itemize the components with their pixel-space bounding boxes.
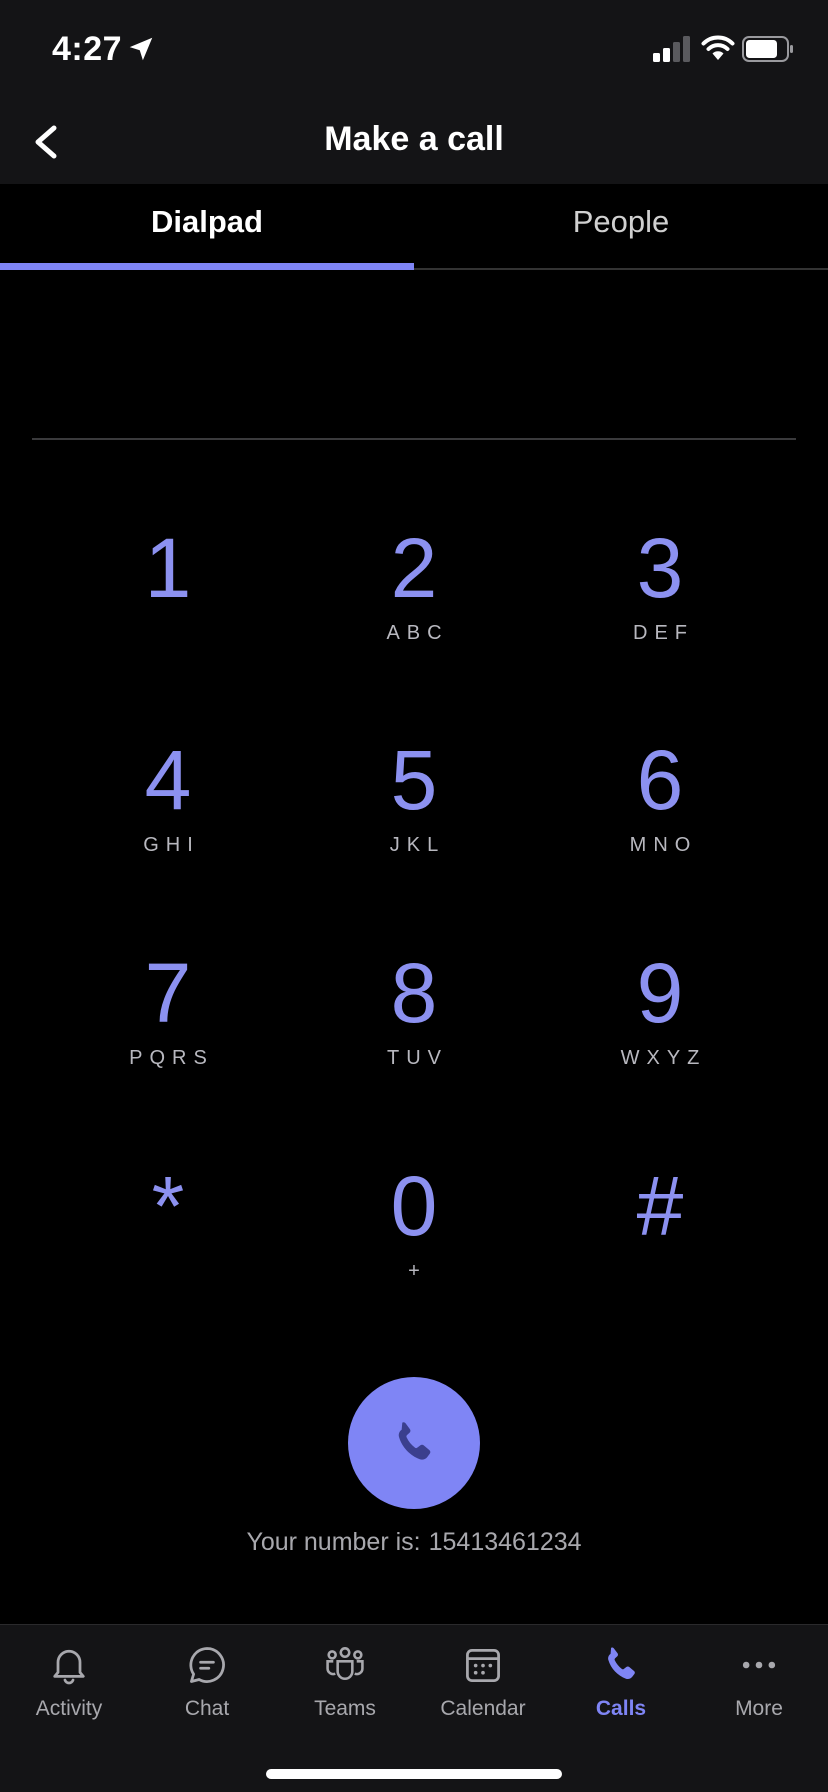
more-icon [742,1661,776,1669]
home-indicator[interactable] [266,1769,562,1779]
key-6[interactable]: 6 MNO [540,732,780,932]
nav-label: Calls [595,1697,647,1720]
key-8[interactable]: 8 TUV [294,945,534,1145]
key-digit: 0 [390,1159,438,1253]
your-number-label: Your number is: [246,1528,421,1556]
nav-chat[interactable]: Chat [138,1643,276,1743]
cellular-signal-icon [653,36,690,62]
teams-icon [326,1647,364,1680]
key-digit: 7 [144,946,192,1040]
your-number-value: 15413461234 [428,1528,582,1556]
tab-people[interactable]: People [414,184,828,268]
location-arrow-icon [129,37,153,61]
status-bar: 4:27 [0,0,828,100]
nav-activity[interactable]: Activity [0,1643,138,1743]
key-digit: 1 [144,521,192,615]
key-digit: 3 [636,521,684,615]
key-digit: 9 [636,946,684,1040]
nav-label: Teams [314,1697,376,1720]
key-letters: MNO [629,834,698,856]
phone-number-input[interactable] [32,300,796,440]
header-bar: Make a call [0,100,828,184]
key-2[interactable]: 2 ABC [294,520,534,720]
status-time: 4:27 [52,30,123,68]
nav-label: More [735,1697,783,1720]
key-0[interactable]: 0 + [294,1158,534,1358]
key-letters: DEF [633,622,694,644]
key-letters: TUV [387,1047,448,1069]
call-button[interactable] [348,1377,480,1509]
key-digit: 5 [390,733,438,827]
bottom-navigation: Activity Chat Teams Calendar Calls More [0,1624,828,1792]
key-letters: PQRS [129,1047,214,1069]
nav-calendar[interactable]: Calendar [414,1643,552,1743]
tab-bar: Dialpad People [0,184,828,270]
key-digit: 2 [390,521,438,615]
key-digit: 6 [636,733,684,827]
key-digit: 8 [390,946,438,1040]
nav-label: Activity [35,1697,103,1720]
bell-icon [53,1649,85,1685]
key-letters: + [408,1260,427,1282]
key-5[interactable]: 5 JKL [294,732,534,932]
key-1[interactable]: 1 [48,520,288,720]
key-3[interactable]: 3 DEF [540,520,780,720]
phone-icon [398,1422,431,1460]
battery-icon [742,36,793,62]
key-4[interactable]: 4 GHI [48,732,288,932]
nav-label: Chat [184,1697,230,1720]
your-number-text: Your number is: 15413461234 [0,1528,828,1557]
key-star[interactable]: * [48,1158,288,1358]
key-hash[interactable]: # [540,1158,780,1358]
tab-dialpad[interactable]: Dialpad [0,184,414,268]
key-9[interactable]: 9 WXYZ [540,945,780,1145]
key-letters: GHI [143,834,200,856]
key-7[interactable]: 7 PQRS [48,945,288,1145]
key-digit: 4 [144,733,192,827]
nav-teams[interactable]: Teams [276,1643,414,1743]
nav-more[interactable]: More [690,1643,828,1743]
active-tab-indicator [0,263,414,270]
key-digit: # [636,1159,684,1253]
nav-calls[interactable]: Calls [552,1643,690,1743]
phone-icon [608,1647,635,1680]
nav-label: Calendar [440,1697,526,1720]
key-digit: * [151,1159,185,1253]
key-letters: ABC [386,622,449,644]
key-letters: JKL [389,834,446,856]
calendar-icon [466,1648,500,1682]
page-title: Make a call [324,120,504,158]
key-letters: WXYZ [620,1047,707,1069]
wifi-icon [701,35,735,60]
chat-icon [189,1647,225,1683]
